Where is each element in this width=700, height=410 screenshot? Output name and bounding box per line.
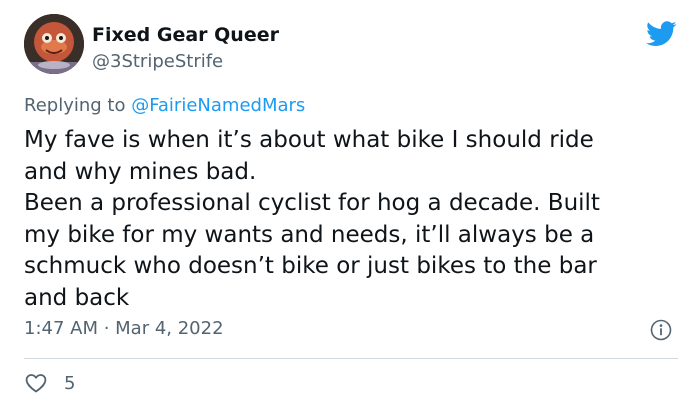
tweet-text-line: Been a professional cyclist for hog a de…	[24, 190, 600, 216]
tweet-text-line: and back	[24, 284, 130, 311]
avatar-image	[24, 14, 84, 74]
tweet-timestamp[interactable]: 1:47 AM · Mar 4, 2022	[24, 318, 224, 339]
avatar[interactable]	[24, 14, 84, 74]
tweet-text-line: my bike for my wants and needs, it’ll al…	[24, 221, 595, 248]
display-name[interactable]: Fixed Gear Queer	[92, 24, 279, 46]
tweet-text: My fave is when it’s about what bike I s…	[24, 125, 684, 314]
twitter-bird-icon[interactable]	[646, 21, 677, 47]
like-count: 5	[64, 372, 76, 394]
user-handle[interactable]: @3StripeStrife	[92, 51, 223, 72]
reply-mention-link[interactable]: @FairieNamedMars	[131, 95, 305, 116]
tweet-text-line: My fave is when it’s about what bike I s…	[24, 127, 594, 153]
tweet-text-line: and why mines bad.	[24, 158, 257, 185]
replying-to-label: Replying to	[24, 95, 132, 116]
heart-icon[interactable]	[24, 371, 48, 395]
replying-to: Replying to @FairieNamedMars	[24, 95, 305, 116]
like-button[interactable]: 5	[24, 370, 75, 396]
tweet-text-line: schmuck who doesn’t bike or just bikes t…	[24, 253, 597, 279]
tweet-card: Fixed Gear Queer @3StripeStrife Replying…	[0, 0, 700, 410]
info-icon[interactable]	[650, 319, 672, 341]
divider	[24, 358, 678, 359]
